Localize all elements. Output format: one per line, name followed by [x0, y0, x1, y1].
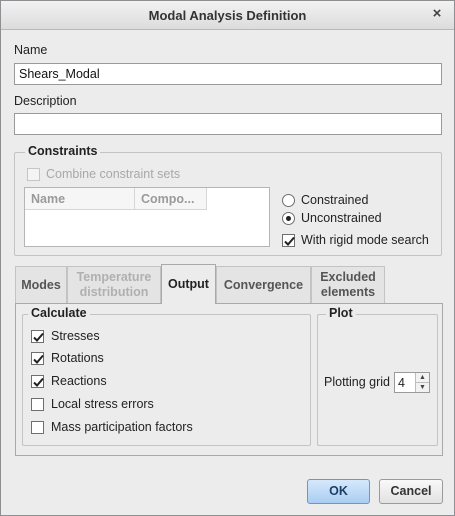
tab-convergence[interactable]: Convergence: [216, 266, 311, 303]
checkmark-icon: [33, 377, 44, 387]
combine-constraint-sets-label: Combine constraint sets: [46, 167, 181, 181]
unconstrained-radio[interactable]: [282, 212, 295, 225]
name-label: Name: [14, 43, 48, 57]
checkmark-icon: [284, 236, 295, 246]
plotting-grid-spinner[interactable]: 4 ▲ ▼: [394, 372, 430, 393]
checkmark-icon: [33, 332, 44, 342]
mass-participation-factors-checkbox[interactable]: [31, 421, 44, 434]
radio-selected-dot: [286, 216, 291, 221]
close-icon[interactable]: ×: [428, 5, 446, 23]
window-title: Modal Analysis Definition: [148, 8, 307, 23]
constrained-label: Constrained: [301, 193, 369, 207]
constrained-radio[interactable]: [282, 194, 295, 207]
checkmark-icon: [33, 354, 44, 364]
plot-group-title: Plot: [326, 306, 356, 320]
mass-participation-factors-label: Mass participation factors: [51, 420, 193, 434]
description-label: Description: [14, 94, 77, 108]
cancel-button[interactable]: Cancel: [379, 479, 443, 504]
dialog-window: Modal Analysis Definition × Name Descrip…: [0, 0, 455, 516]
stresses-label: Stresses: [51, 329, 100, 343]
plotting-grid-label: Plotting grid: [324, 375, 391, 389]
tab-excluded-elements[interactable]: Excluded elements: [311, 266, 385, 303]
unconstrained-label: Unconstrained: [301, 211, 382, 225]
tab-output[interactable]: Output: [161, 264, 216, 304]
local-stress-errors-checkbox[interactable]: [31, 398, 44, 411]
spinner-down-icon[interactable]: ▼: [415, 383, 429, 392]
reactions-label: Reactions: [51, 374, 107, 388]
tab-temperature-distribution[interactable]: Temperature distribution: [67, 266, 161, 303]
title-bar[interactable]: Modal Analysis Definition ×: [1, 1, 454, 30]
table-header-name[interactable]: Name: [25, 188, 135, 210]
local-stress-errors-label: Local stress errors: [51, 397, 154, 411]
description-input[interactable]: [14, 113, 442, 135]
table-header-components[interactable]: Compo...: [135, 188, 207, 210]
name-input[interactable]: [14, 63, 442, 85]
tab-modes[interactable]: Modes: [15, 266, 67, 303]
rigid-mode-search-label: With rigid mode search: [301, 233, 429, 247]
stresses-checkbox[interactable]: [31, 330, 44, 343]
constraints-group-title: Constraints: [25, 144, 101, 158]
plotting-grid-value[interactable]: 4: [398, 376, 405, 390]
calculate-group-title: Calculate: [28, 306, 90, 320]
spinner-up-icon[interactable]: ▲: [415, 373, 429, 383]
reactions-checkbox[interactable]: [31, 375, 44, 388]
combine-constraint-sets-checkbox[interactable]: [27, 168, 40, 181]
ok-button[interactable]: OK: [307, 479, 370, 504]
rigid-mode-search-checkbox[interactable]: [282, 234, 295, 247]
rotations-checkbox[interactable]: [31, 352, 44, 365]
constraint-sets-table[interactable]: Name Compo...: [24, 187, 270, 247]
rotations-label: Rotations: [51, 351, 104, 365]
